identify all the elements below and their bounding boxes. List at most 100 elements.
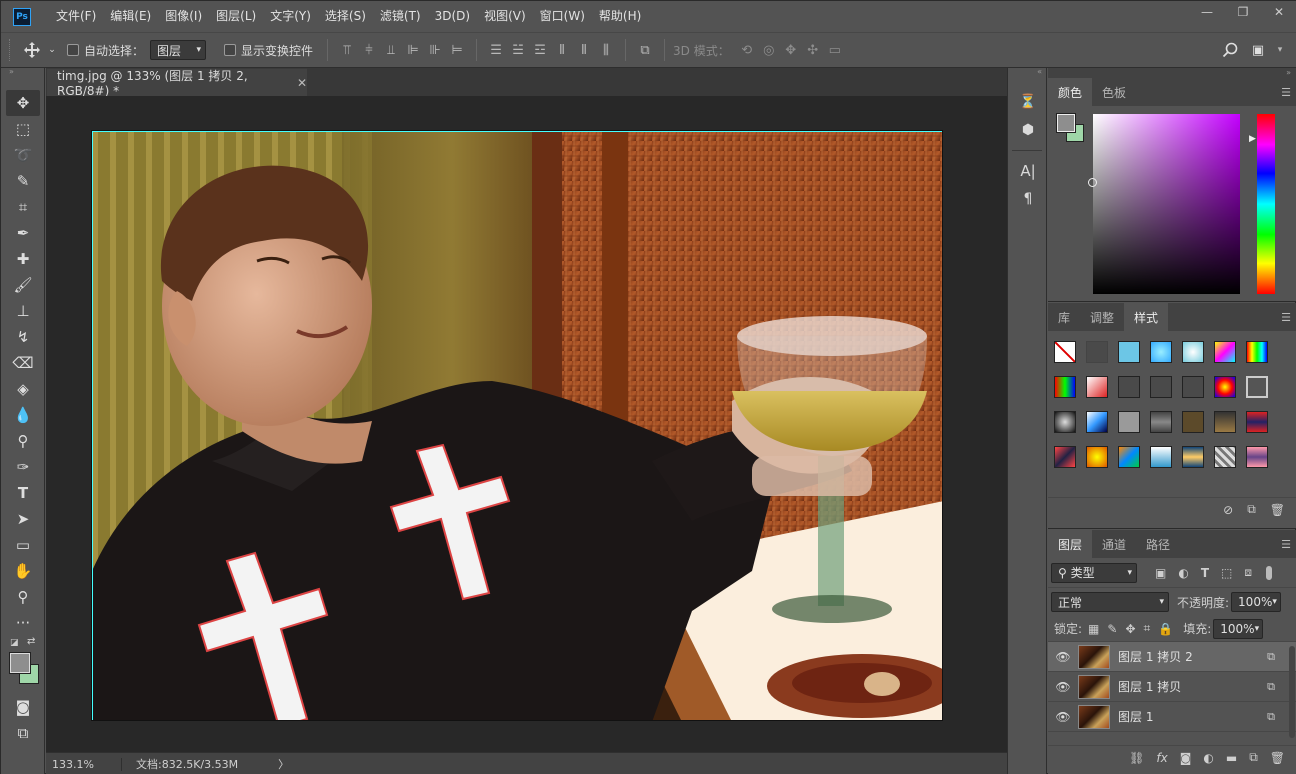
filter-pixel-icon[interactable]: ▣ — [1155, 566, 1166, 580]
auto-select-checkbox[interactable]: 自动选择： — [67, 38, 144, 62]
add-mask-icon[interactable]: ◙ — [1180, 751, 1192, 765]
tab-adjustments[interactable]: 调整 — [1080, 303, 1124, 331]
character-icon[interactable]: A| — [1008, 157, 1048, 185]
menu-type[interactable]: 文字(Y) — [263, 1, 318, 32]
lock-all-icon[interactable]: 🔒 — [1158, 622, 1173, 636]
style-swatch[interactable] — [1214, 341, 1236, 363]
menu-window[interactable]: 窗口(W) — [533, 1, 592, 32]
brush-tool[interactable]: 🖌 — [1, 272, 45, 298]
panel-menu-icon[interactable]: ☰ — [1281, 538, 1291, 551]
align-vcenter-icon[interactable]: ⫩ — [358, 38, 380, 62]
style-swatch[interactable] — [1054, 376, 1076, 398]
style-swatch[interactable] — [1182, 411, 1204, 433]
3d-pan-icon[interactable]: ✥ — [780, 38, 802, 62]
hand-tool[interactable]: ✋ — [1, 558, 45, 584]
swap-colors-icon[interactable]: ⇄ — [27, 636, 35, 647]
fill-input[interactable]: 100% ▾ — [1213, 618, 1264, 639]
eyedropper-tool[interactable]: ✒ — [1, 220, 45, 246]
lock-pixels-icon[interactable]: ✎ — [1107, 622, 1117, 636]
filter-toggle[interactable] — [1266, 565, 1272, 580]
path-select-tool[interactable]: ➤ — [1, 506, 45, 532]
menu-view[interactable]: 视图(V) — [477, 1, 533, 32]
blend-mode-select[interactable]: 正常 ▾ — [1051, 592, 1169, 612]
style-swatch[interactable] — [1182, 376, 1204, 398]
align-right-icon[interactable]: ⊨ — [446, 38, 468, 62]
distribute-bottom-icon[interactable]: ☲ — [529, 38, 551, 62]
marquee-tool[interactable]: ⬚ — [1, 116, 45, 142]
style-swatch[interactable] — [1118, 376, 1140, 398]
distribute-hcenter-icon[interactable]: ⫴ — [573, 38, 595, 62]
document-image[interactable] — [91, 130, 943, 721]
distribute-left-icon[interactable]: ⦀ — [551, 38, 573, 62]
clear-style-icon[interactable]: ⊘ — [1223, 503, 1233, 517]
color-field-cursor[interactable] — [1088, 178, 1097, 187]
tab-channels[interactable]: 通道 — [1092, 530, 1136, 558]
style-swatch[interactable] — [1086, 341, 1108, 363]
menu-image[interactable]: 图像(I) — [158, 1, 209, 32]
style-swatch[interactable] — [1150, 376, 1172, 398]
delete-style-icon[interactable]: 🗑 — [1270, 503, 1285, 517]
style-swatch[interactable] — [1246, 376, 1268, 398]
menu-file[interactable]: 文件(F) — [49, 1, 103, 32]
hue-slider[interactable] — [1257, 114, 1275, 294]
auto-align-icon[interactable]: ⧉ — [634, 38, 656, 62]
lock-position-icon[interactable]: ✥ — [1125, 622, 1135, 636]
layer-row[interactable]: 👁 图层 1 拷贝 ⧉ — [1048, 672, 1296, 702]
foreground-color-swatch[interactable] — [9, 652, 31, 674]
menu-help[interactable]: 帮助(H) — [592, 1, 648, 32]
dodge-tool[interactable]: ⚲ — [1, 428, 45, 454]
paragraph-icon[interactable]: ¶ — [1008, 185, 1048, 213]
hue-slider-handle[interactable]: ▶ — [1249, 134, 1256, 144]
style-swatch[interactable] — [1054, 411, 1076, 433]
style-swatch[interactable] — [1182, 341, 1204, 363]
new-style-icon[interactable]: ⧉ — [1247, 502, 1256, 517]
document-tab[interactable]: timg.jpg @ 133% (图层 1 拷贝 2, RGB/8#) * ✕ — [47, 68, 307, 98]
delete-layer-icon[interactable]: 🗑 — [1270, 751, 1285, 765]
blur-tool[interactable]: 💧 — [1, 402, 45, 428]
options-grip[interactable] — [9, 39, 13, 61]
close-tab-icon[interactable]: ✕ — [297, 76, 307, 90]
style-swatch[interactable] — [1118, 446, 1140, 468]
lasso-tool[interactable]: ➰ — [1, 142, 45, 168]
show-transform-checkbox[interactable]: 显示变换控件 — [224, 38, 313, 62]
color-fg-swatch[interactable] — [1056, 113, 1076, 133]
history-brush-tool[interactable]: ↯ — [1, 324, 45, 350]
layer-filter-select[interactable]: ⚲ 类型 ▾ — [1051, 562, 1137, 583]
workspace-icon[interactable]: ▣ — [1247, 38, 1269, 62]
visibility-eye-icon[interactable]: 👁 — [1048, 710, 1078, 724]
lock-transparent-icon[interactable]: ▦ — [1088, 622, 1099, 636]
filter-smart-object-icon[interactable]: ⧈ — [1244, 565, 1252, 580]
style-swatch[interactable] — [1214, 376, 1236, 398]
style-swatch[interactable] — [1118, 411, 1140, 433]
menu-select[interactable]: 选择(S) — [318, 1, 373, 32]
crop-tool[interactable]: ⌗ — [1, 194, 45, 220]
menu-filter[interactable]: 滤镜(T) — [373, 1, 428, 32]
opacity-input[interactable]: 100% ▾ — [1231, 592, 1282, 612]
filter-type-icon[interactable]: T — [1201, 566, 1209, 580]
3d-rotate-icon[interactable]: ⟲ — [736, 38, 758, 62]
tab-layers[interactable]: 图层 — [1048, 530, 1093, 558]
new-layer-icon[interactable]: ⧉ — [1249, 750, 1258, 765]
style-swatch[interactable] — [1246, 341, 1268, 363]
style-swatch[interactable] — [1150, 411, 1172, 433]
style-swatch[interactable] — [1150, 446, 1172, 468]
dock-collapse-icon[interactable]: « — [1008, 68, 1046, 76]
paint-bucket-tool[interactable]: ◈ — [1, 376, 45, 402]
panel-collapse-icon[interactable]: » — [1048, 68, 1296, 78]
healing-brush-tool[interactable]: ✚ — [1, 246, 45, 272]
style-swatch[interactable] — [1246, 411, 1268, 433]
type-tool[interactable]: T — [1, 480, 45, 506]
distribute-vcenter-icon[interactable]: ☱ — [507, 38, 529, 62]
eraser-tool[interactable]: ⌫ — [1, 350, 45, 376]
panel-collapse-icon[interactable]: » — [1, 68, 44, 76]
clone-stamp-tool[interactable]: ⊥ — [1, 298, 45, 324]
zoom-tool[interactable]: ⚲ — [1, 584, 45, 610]
layers-scrollbar[interactable] — [1289, 646, 1295, 738]
3d-slide-icon[interactable]: ✣ — [802, 38, 824, 62]
distribute-top-icon[interactable]: ☰ — [485, 38, 507, 62]
style-swatch[interactable] — [1214, 411, 1236, 433]
style-swatch[interactable] — [1054, 341, 1076, 363]
tab-swatches[interactable]: 色板 — [1092, 78, 1136, 106]
tab-color[interactable]: 颜色 — [1048, 78, 1093, 106]
align-left-icon[interactable]: ⊫ — [402, 38, 424, 62]
